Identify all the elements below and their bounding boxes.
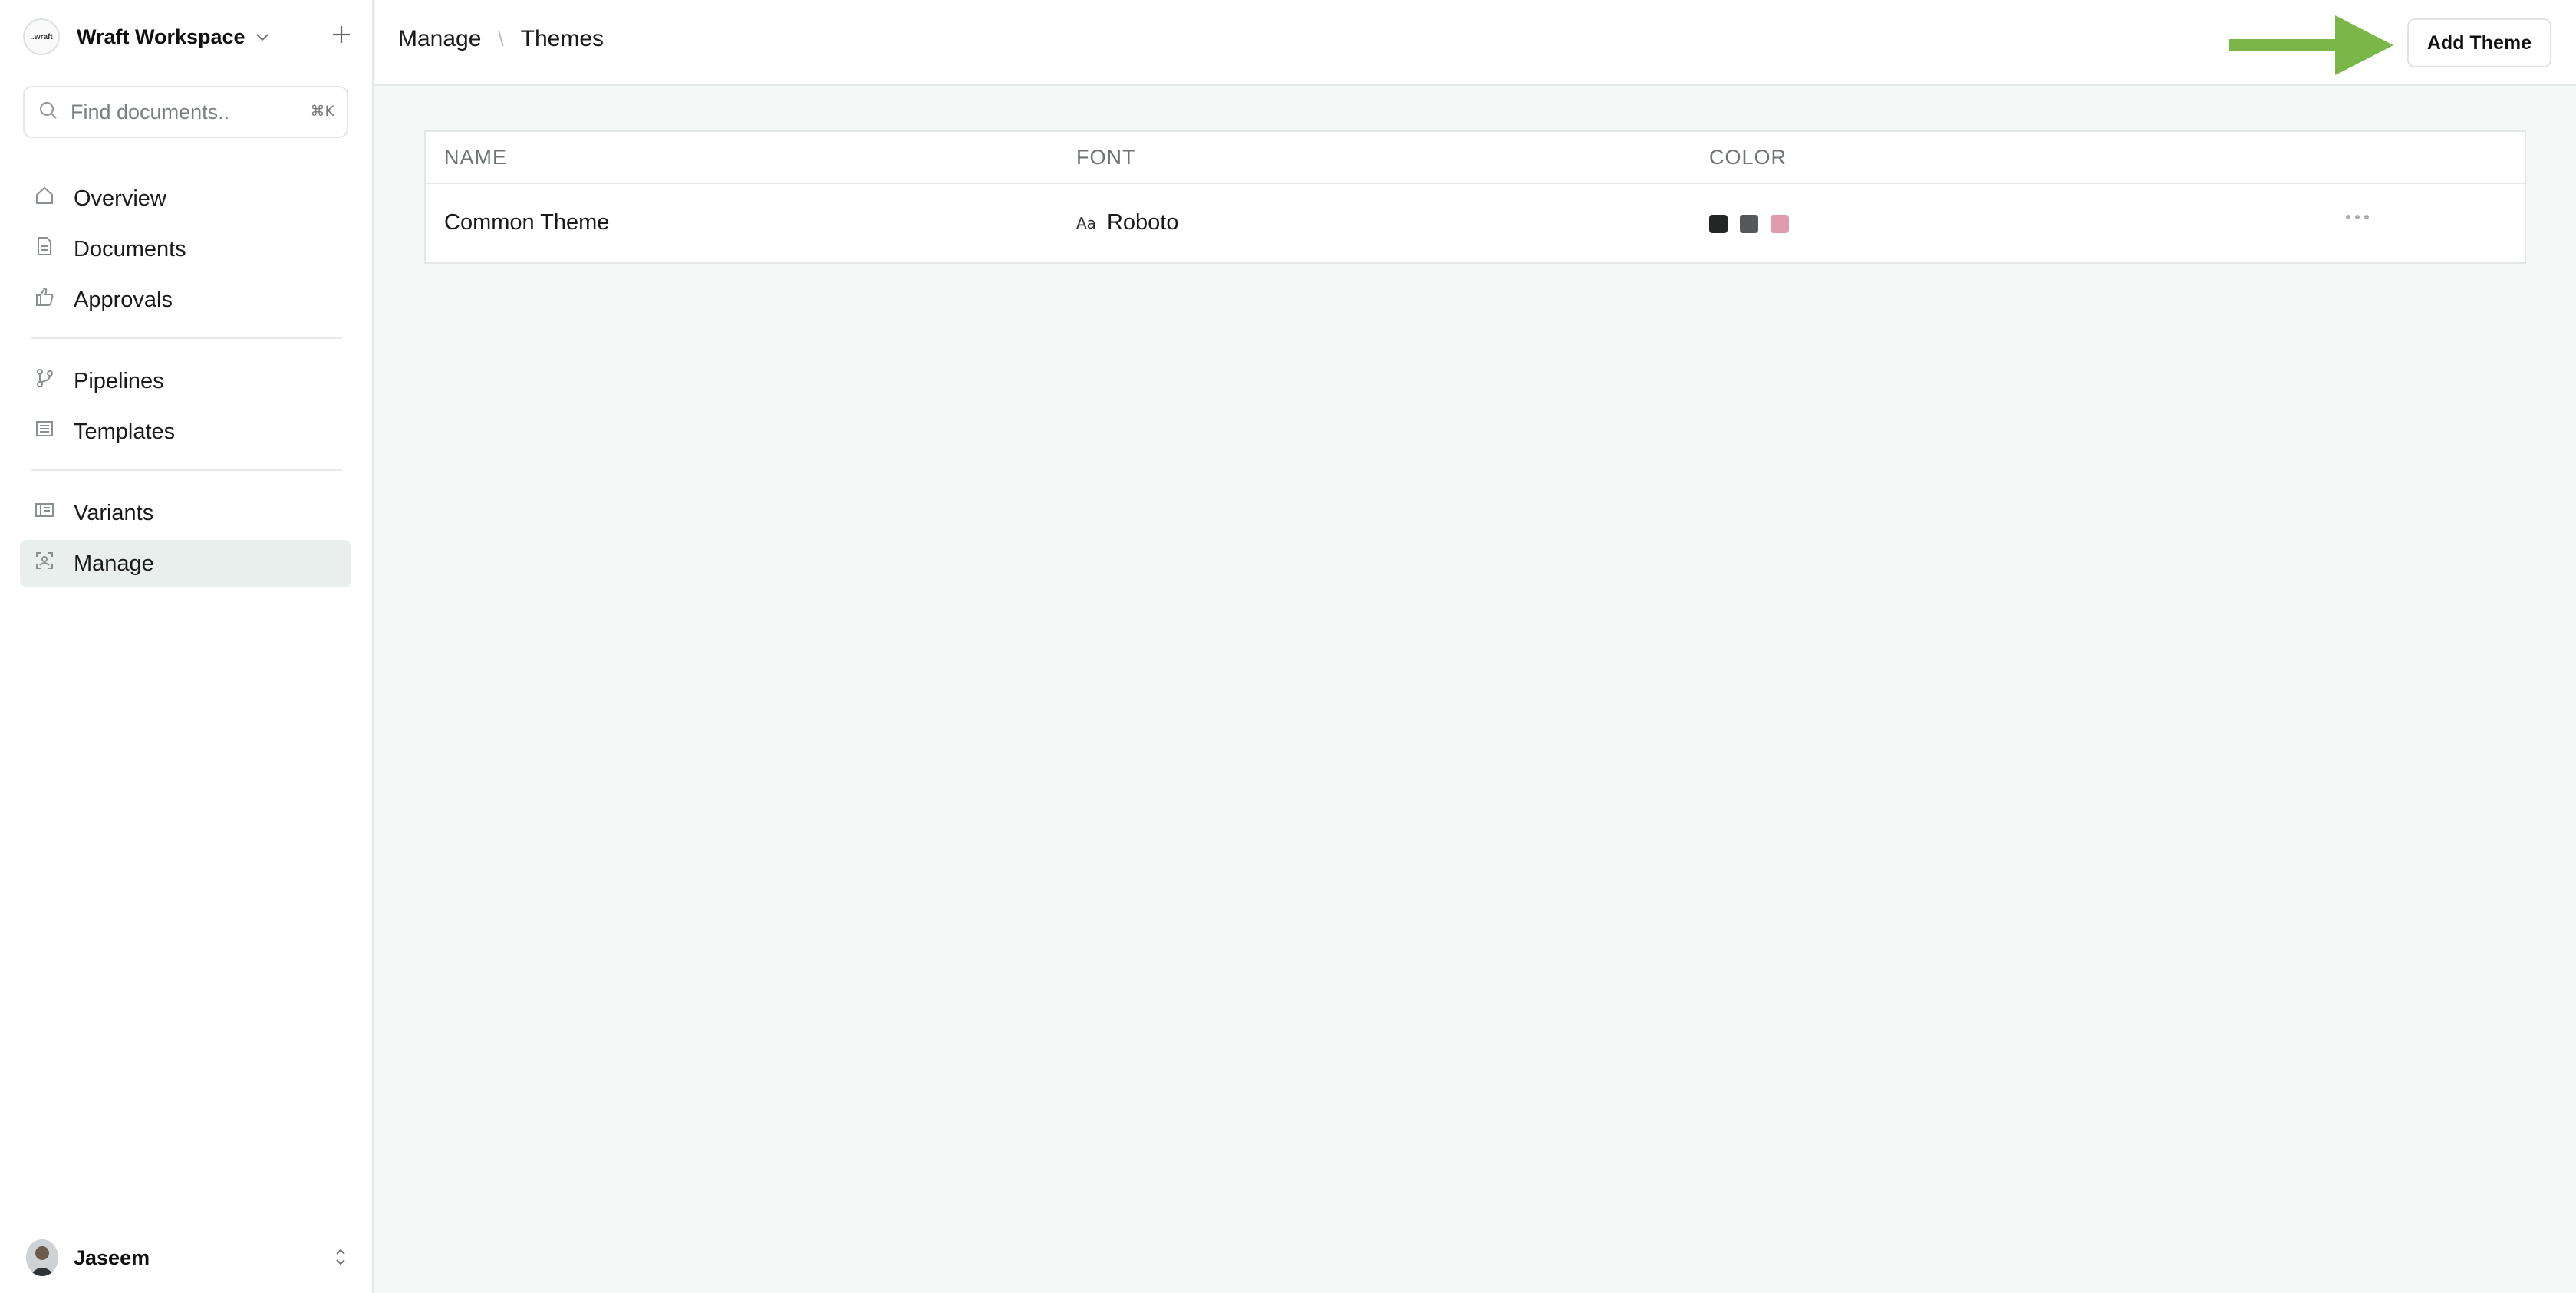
color-swatch bbox=[1771, 215, 1789, 233]
add-theme-button[interactable]: Add Theme bbox=[2406, 18, 2551, 67]
more-options-icon[interactable] bbox=[2344, 212, 2371, 225]
thumbs-up-icon bbox=[34, 286, 55, 314]
sidebar-item-manage[interactable]: Manage bbox=[20, 540, 351, 587]
sidebar: ..wraft Wraft Workspace ⌘K Overview Docu… bbox=[0, 0, 374, 1293]
sidebar-item-label: Documents bbox=[74, 236, 186, 262]
themes-table: NAME FONT COLOR Common Theme Aa Roboto bbox=[424, 130, 2526, 264]
user-name: Jaseem bbox=[74, 1245, 150, 1269]
theme-name[interactable]: Common Theme bbox=[444, 210, 609, 235]
sidebar-divider bbox=[31, 469, 342, 471]
sidebar-item-documents[interactable]: Documents bbox=[20, 225, 351, 273]
breadcrumb: Manage \ Themes bbox=[398, 26, 604, 52]
breadcrumb-current: Themes bbox=[520, 26, 604, 51]
manage-icon bbox=[34, 550, 55, 577]
sidebar-item-pipelines[interactable]: Pipelines bbox=[20, 357, 351, 405]
sidebar-item-label: Variants bbox=[74, 500, 154, 525]
workspace-logo: ..wraft bbox=[23, 18, 60, 55]
breadcrumb-separator: \ bbox=[498, 27, 504, 51]
sidebar-item-label: Templates bbox=[74, 419, 176, 444]
search-input[interactable] bbox=[71, 100, 293, 124]
workspace-logo-text: ..wraft bbox=[30, 32, 53, 41]
color-swatch bbox=[1740, 215, 1758, 233]
sidebar-item-approvals[interactable]: Approvals bbox=[20, 276, 351, 324]
column-header-font[interactable]: FONT bbox=[1076, 146, 1136, 169]
sidebar-item-variants[interactable]: Variants bbox=[20, 489, 351, 537]
plus-icon[interactable] bbox=[330, 23, 353, 50]
search-shortcut: ⌘K bbox=[310, 103, 334, 120]
sidebar-item-label: Pipelines bbox=[74, 368, 164, 393]
sidebar-item-label: Overview bbox=[74, 186, 166, 211]
workspace-name[interactable]: Wraft Workspace bbox=[77, 25, 245, 49]
sidebar-item-overview[interactable]: Overview bbox=[20, 175, 351, 222]
variants-icon bbox=[34, 499, 55, 527]
template-icon bbox=[34, 418, 55, 446]
sidebar-divider bbox=[31, 337, 342, 339]
table-row[interactable]: Common Theme Aa Roboto bbox=[426, 184, 2525, 264]
search-icon bbox=[38, 100, 58, 124]
user-menu[interactable]: Jaseem bbox=[26, 1236, 348, 1279]
search-box[interactable]: ⌘K bbox=[23, 86, 348, 138]
breadcrumb-parent[interactable]: Manage bbox=[398, 26, 481, 52]
sidebar-item-label: Manage bbox=[74, 551, 154, 576]
color-swatch bbox=[1709, 215, 1728, 233]
font-icon: Aa bbox=[1076, 213, 1096, 232]
theme-colors bbox=[1709, 215, 1801, 233]
table-header: NAME FONT COLOR bbox=[426, 132, 2525, 184]
column-header-color[interactable]: COLOR bbox=[1709, 146, 1787, 169]
sidebar-item-label: Approvals bbox=[74, 287, 173, 312]
document-icon bbox=[34, 235, 55, 263]
avatar bbox=[26, 1239, 58, 1276]
sidebar-item-templates[interactable]: Templates bbox=[20, 408, 351, 456]
column-header-name[interactable]: NAME bbox=[444, 146, 507, 169]
chevron-up-down-icon[interactable] bbox=[333, 1245, 348, 1272]
chevron-down-icon[interactable] bbox=[255, 31, 270, 42]
theme-font: Aa Roboto bbox=[1076, 210, 1178, 235]
arrow-right-icon bbox=[2229, 15, 2393, 75]
home-icon bbox=[34, 185, 55, 212]
workspace-header[interactable]: ..wraft Wraft Workspace bbox=[23, 17, 353, 57]
git-branch-icon bbox=[34, 367, 55, 395]
theme-font-name: Roboto bbox=[1106, 210, 1179, 235]
